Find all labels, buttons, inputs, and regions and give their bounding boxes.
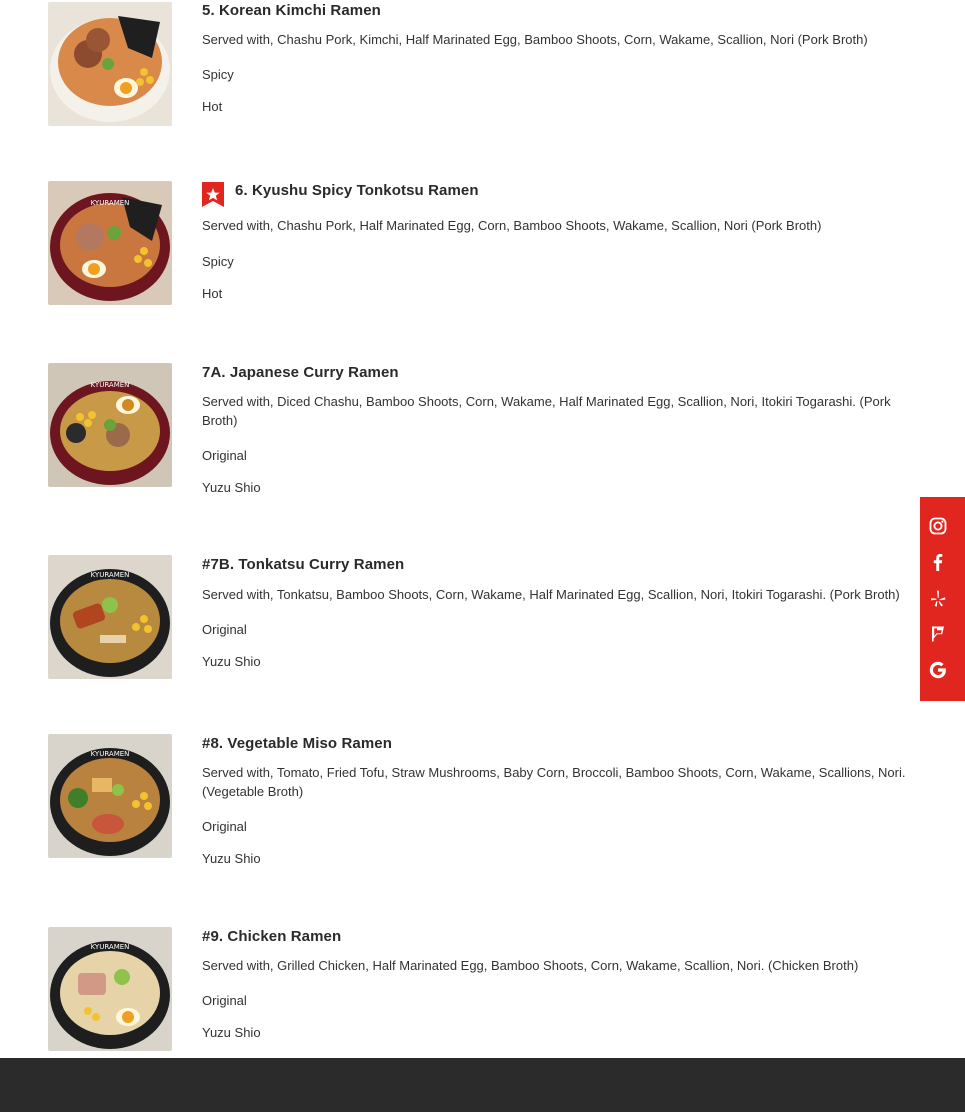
google-icon[interactable]: [929, 661, 947, 679]
item-description: Served with, Grilled Chicken, Half Marin…: [202, 958, 859, 973]
item-option[interactable]: Yuzu Shio: [202, 654, 920, 670]
svg-text:KYURAMEN: KYURAMEN: [91, 943, 130, 951]
item-option[interactable]: Original: [202, 819, 920, 835]
title-row: #7B. Tonkatsu Curry Ramen: [202, 553, 920, 575]
item-option[interactable]: Hot: [202, 99, 920, 115]
item-option[interactable]: Spicy: [202, 67, 920, 83]
item-option[interactable]: Original: [202, 622, 920, 638]
menu-item[interactable]: KYURAMEN #8. Vegetable Miso Ramen Served…: [48, 734, 920, 866]
item-info: 7A. Japanese Curry Ramen Served with, Di…: [202, 363, 920, 496]
dish-photo[interactable]: KYURAMEN: [48, 927, 172, 1051]
menu-item[interactable]: KYURAMEN #7B. Tonkatsu Curry Ramen Serve…: [48, 555, 920, 679]
item-description: Served with, Chashu Pork, Half Marinated…: [202, 218, 822, 233]
menu-item[interactable]: KYURAMEN #9. Chicken Ramen Served with, …: [48, 927, 920, 1051]
menu-item[interactable]: KYURAMEN 7A. Japanese Curry Ramen Served…: [48, 363, 920, 495]
item-title[interactable]: #8. Vegetable Miso Ramen: [202, 735, 392, 752]
title-row: #9. Chicken Ramen: [202, 925, 920, 947]
item-info: #7B. Tonkatsu Curry Ramen Served with, T…: [202, 555, 920, 670]
item-title[interactable]: 5. Korean Kimchi Ramen: [202, 2, 381, 19]
item-description: Served with, Tonkatsu, Bamboo Shoots, Co…: [202, 587, 900, 602]
item-description: Served with, Tomato, Fried Tofu, Straw M…: [202, 765, 906, 799]
item-option[interactable]: Yuzu Shio: [202, 1025, 920, 1041]
item-description: Served with, Chashu Pork, Kimchi, Half M…: [202, 32, 868, 47]
title-row: #8. Vegetable Miso Ramen: [202, 732, 920, 754]
svg-text:KYURAMEN: KYURAMEN: [91, 750, 130, 758]
foursquare-icon[interactable]: [929, 625, 947, 643]
dish-photo[interactable]: KYURAMEN: [48, 555, 172, 679]
item-option[interactable]: Yuzu Shio: [202, 480, 920, 496]
item-option[interactable]: Spicy: [202, 254, 920, 270]
svg-text:KYURAMEN: KYURAMEN: [91, 571, 130, 579]
yelp-icon[interactable]: [929, 589, 947, 607]
item-info: #9. Chicken Ramen Served with, Grilled C…: [202, 927, 920, 1041]
item-option[interactable]: Yuzu Shio: [202, 851, 920, 867]
menu-item[interactable]: 5. Korean Kimchi Ramen Served with, Chas…: [48, 2, 920, 126]
footer-bar: [0, 1058, 965, 1112]
dish-photo[interactable]: KYURAMEN: [48, 181, 172, 305]
item-option[interactable]: Hot: [202, 286, 920, 302]
dish-photo[interactable]: [48, 2, 172, 126]
title-row: 5. Korean Kimchi Ramen: [202, 0, 920, 21]
instagram-icon[interactable]: [929, 517, 947, 535]
svg-text:KYURAMEN: KYURAMEN: [91, 199, 130, 207]
svg-text:KYURAMEN: KYURAMEN: [91, 381, 130, 389]
item-info: #8. Vegetable Miso Ramen Served with, To…: [202, 734, 920, 867]
item-info: 6. Kyushu Spicy Tonkotsu Ramen Served wi…: [202, 181, 920, 302]
item-title[interactable]: 7A. Japanese Curry Ramen: [202, 364, 399, 381]
title-row: 7A. Japanese Curry Ramen: [202, 361, 920, 383]
title-row: 6. Kyushu Spicy Tonkotsu Ramen: [202, 179, 920, 207]
facebook-icon[interactable]: [929, 553, 947, 571]
item-title[interactable]: 6. Kyushu Spicy Tonkotsu Ramen: [235, 182, 479, 199]
item-info: 5. Korean Kimchi Ramen Served with, Chas…: [202, 2, 920, 115]
social-sidebar: [920, 497, 965, 701]
featured-badge-icon: [202, 181, 224, 207]
dish-photo[interactable]: KYURAMEN: [48, 734, 172, 858]
item-title[interactable]: #7B. Tonkatsu Curry Ramen: [202, 556, 404, 573]
menu-item[interactable]: KYURAMEN 6. Kyushu Spicy Tonkotsu Ramen …: [48, 181, 920, 305]
item-option[interactable]: Original: [202, 993, 920, 1009]
dish-photo[interactable]: KYURAMEN: [48, 363, 172, 487]
item-description: Served with, Diced Chashu, Bamboo Shoots…: [202, 394, 891, 428]
menu-list: 5. Korean Kimchi Ramen Served with, Chas…: [0, 0, 965, 1058]
item-title[interactable]: #9. Chicken Ramen: [202, 928, 341, 945]
item-option[interactable]: Original: [202, 448, 920, 464]
